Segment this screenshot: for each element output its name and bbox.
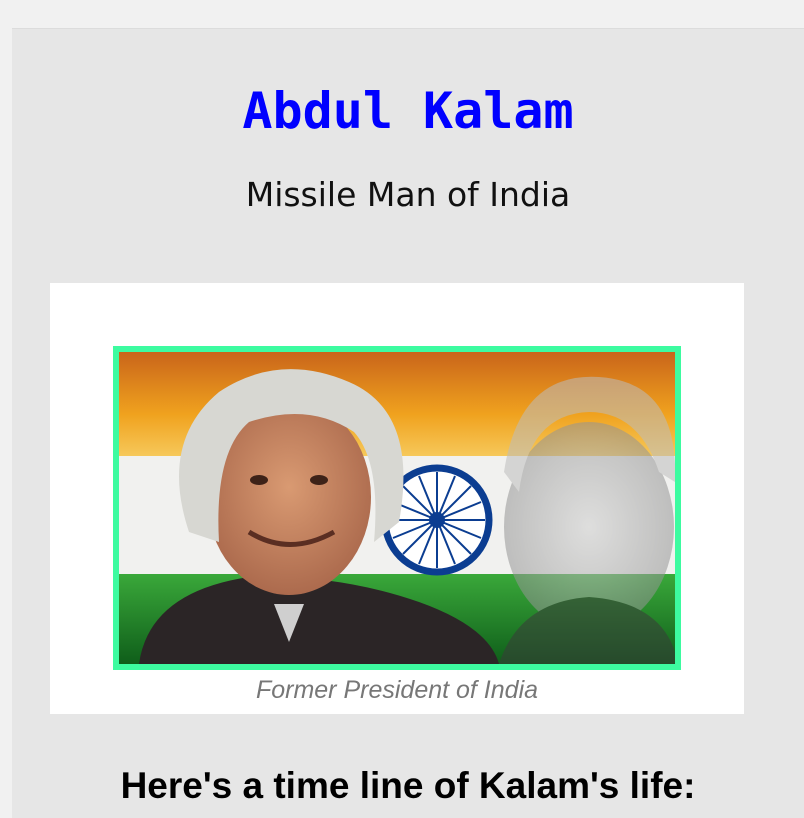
page-subtitle: Missile Man of India: [245, 175, 571, 214]
image-caption: Former President of India: [255, 676, 539, 704]
image-container: Former President of India: [50, 283, 744, 714]
timeline-heading: Here's a time line of Kalam's life:: [120, 765, 696, 806]
portrait-with-indian-flag-image: [119, 352, 675, 664]
main-container: Abdul Kalam Missile Man of India Former …: [12, 28, 804, 818]
page-title: Abdul Kalam: [242, 82, 574, 140]
portrait-image: [113, 346, 681, 670]
